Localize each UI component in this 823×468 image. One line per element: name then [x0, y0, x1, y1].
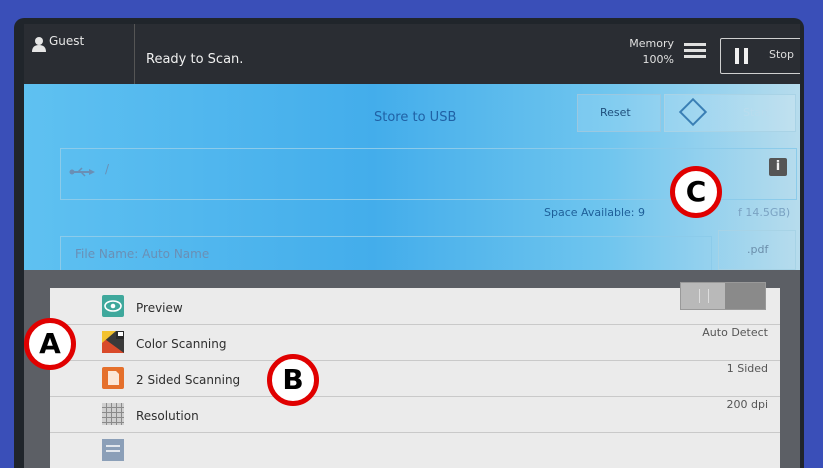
- document-icon: [102, 439, 124, 461]
- list-item-2-sided-scanning[interactable]: 2 Sided Scanning 1 Sided: [50, 360, 780, 397]
- touch-screen: Guest Ready to Scan. Memory 100% Stop St…: [24, 24, 800, 468]
- grid-icon: [102, 403, 124, 425]
- color-palette-icon: [102, 331, 124, 353]
- status-text: Ready to Scan.: [146, 52, 244, 67]
- stop-label: Stop: [769, 48, 795, 61]
- toggle-grip: [699, 289, 709, 303]
- user-button[interactable]: Guest: [24, 24, 135, 84]
- memory-indicator: Memory 100%: [614, 36, 674, 68]
- options-list: Preview Color Scanning Auto Detect 2 Sid…: [50, 282, 780, 468]
- list-item-preview[interactable]: Preview: [50, 282, 780, 325]
- file-name-label: File Name: Auto Name: [75, 247, 210, 261]
- usb-icon: [69, 167, 95, 177]
- memory-label: Memory: [629, 37, 674, 50]
- list-item-more[interactable]: [50, 432, 780, 468]
- user-icon: [32, 37, 46, 52]
- start-button[interactable]: Start: [664, 94, 796, 132]
- color-scanning-label: Color Scanning: [136, 337, 227, 351]
- status-bar: Guest Ready to Scan. Memory 100% Stop: [24, 24, 800, 84]
- pause-icon: [735, 48, 749, 64]
- space-available-suffix: f 14.5GB): [738, 206, 791, 219]
- page-title: Store to USB: [374, 110, 457, 125]
- resolution-value: 200 dpi: [726, 398, 768, 411]
- marker-c: C: [670, 166, 722, 218]
- file-name-field[interactable]: File Name: Auto Name: [60, 236, 712, 272]
- file-format-button[interactable]: .pdf: [718, 230, 796, 270]
- space-available-label: Space Available: 9: [544, 206, 646, 219]
- preview-toggle[interactable]: [680, 282, 766, 310]
- page-icon: [102, 367, 124, 389]
- device-frame: Guest Ready to Scan. Memory 100% Stop St…: [14, 18, 804, 468]
- toggle-knob: [725, 283, 765, 309]
- reset-label: Reset: [600, 106, 631, 119]
- memory-value: 100%: [642, 53, 674, 66]
- start-label: Start: [743, 106, 770, 119]
- user-label: Guest: [49, 34, 85, 48]
- list-item-color-scanning[interactable]: Color Scanning Auto Detect: [50, 324, 780, 361]
- reset-button[interactable]: Reset: [577, 94, 661, 132]
- file-format-label: .pdf: [747, 243, 769, 256]
- preview-label: Preview: [136, 301, 183, 315]
- 2-sided-scanning-value: 1 Sided: [726, 362, 768, 375]
- eye-icon: [102, 295, 124, 317]
- resolution-label: Resolution: [136, 409, 199, 423]
- photo-border: [0, 0, 14, 468]
- path-value: /: [105, 162, 110, 176]
- marker-a: A: [24, 318, 76, 370]
- menu-icon[interactable]: [684, 40, 706, 60]
- color-scanning-value: Auto Detect: [702, 326, 768, 339]
- 2-sided-scanning-label: 2 Sided Scanning: [136, 373, 241, 387]
- list-item-resolution[interactable]: Resolution 200 dpi: [50, 396, 780, 433]
- options-area: Preview Color Scanning Auto Detect 2 Sid…: [24, 270, 800, 468]
- marker-b: B: [267, 354, 319, 406]
- info-icon[interactable]: i: [769, 158, 787, 176]
- stop-button[interactable]: Stop: [720, 38, 800, 74]
- start-icon: [678, 97, 708, 127]
